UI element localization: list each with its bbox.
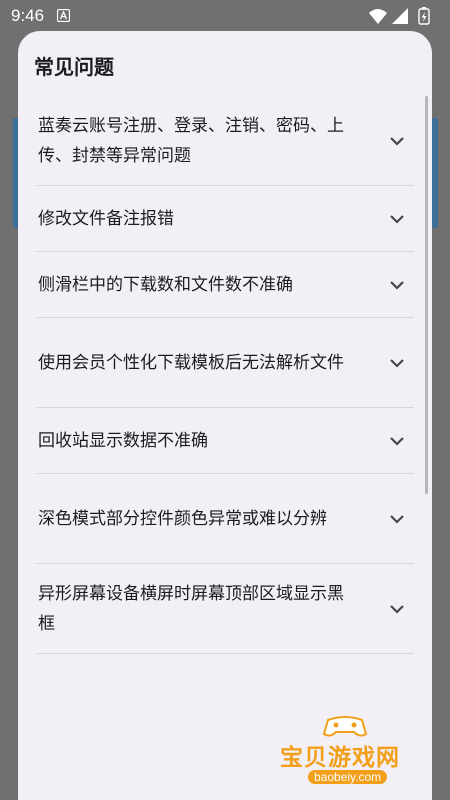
- signal-icon: [392, 8, 408, 24]
- faq-item[interactable]: 蓝奏云账号注册、登录、注销、密码、上传、封禁等异常问题: [36, 96, 414, 186]
- faq-list: 蓝奏云账号注册、登录、注销、密码、上传、封禁等异常问题 修改文件备注报错 侧滑栏…: [36, 96, 414, 654]
- chevron-down-icon: [390, 436, 404, 446]
- faq-dialog: 常见问题 蓝奏云账号注册、登录、注销、密码、上传、封禁等异常问题 修改文件备注报…: [18, 31, 432, 800]
- faq-item[interactable]: 回收站显示数据不准确: [36, 408, 414, 474]
- wifi-icon: [369, 9, 387, 24]
- faq-question: 使用会员个性化下载模板后无法解析文件: [38, 352, 344, 373]
- chevron-down-icon: [390, 604, 404, 614]
- battery-icon: [418, 7, 430, 25]
- status-bar: 9:46: [0, 0, 450, 32]
- faq-question: 修改文件备注报错: [38, 208, 174, 229]
- dialog-title: 常见问题: [34, 55, 114, 79]
- faq-question: 回收站显示数据不准确: [38, 430, 208, 451]
- faq-question: 深色模式部分控件颜色异常或难以分辨: [38, 508, 327, 529]
- faq-item[interactable]: 深色模式部分控件颜色异常或难以分辨: [36, 474, 414, 564]
- notification-icon: [57, 9, 70, 22]
- chevron-down-icon: [390, 214, 404, 224]
- chevron-down-icon: [390, 358, 404, 368]
- faq-item[interactable]: 修改文件备注报错: [36, 186, 414, 252]
- faq-question: 异形屏幕设备横屏时屏幕顶部区域显示黑框: [38, 583, 344, 634]
- scrollbar[interactable]: [425, 96, 428, 494]
- chevron-down-icon: [390, 280, 404, 290]
- chevron-down-icon: [390, 514, 404, 524]
- chevron-down-icon: [390, 136, 404, 146]
- faq-item[interactable]: 使用会员个性化下载模板后无法解析文件: [36, 318, 414, 408]
- status-time: 9:46: [11, 6, 45, 25]
- status-icons: [369, 7, 430, 25]
- background-panel-edge: [432, 118, 438, 228]
- faq-question: 侧滑栏中的下载数和文件数不准确: [38, 274, 293, 295]
- faq-item[interactable]: 异形屏幕设备横屏时屏幕顶部区域显示黑框: [36, 564, 414, 654]
- faq-item[interactable]: 侧滑栏中的下载数和文件数不准确: [36, 252, 414, 318]
- faq-question: 蓝奏云账号注册、登录、注销、密码、上传、封禁等异常问题: [38, 115, 344, 166]
